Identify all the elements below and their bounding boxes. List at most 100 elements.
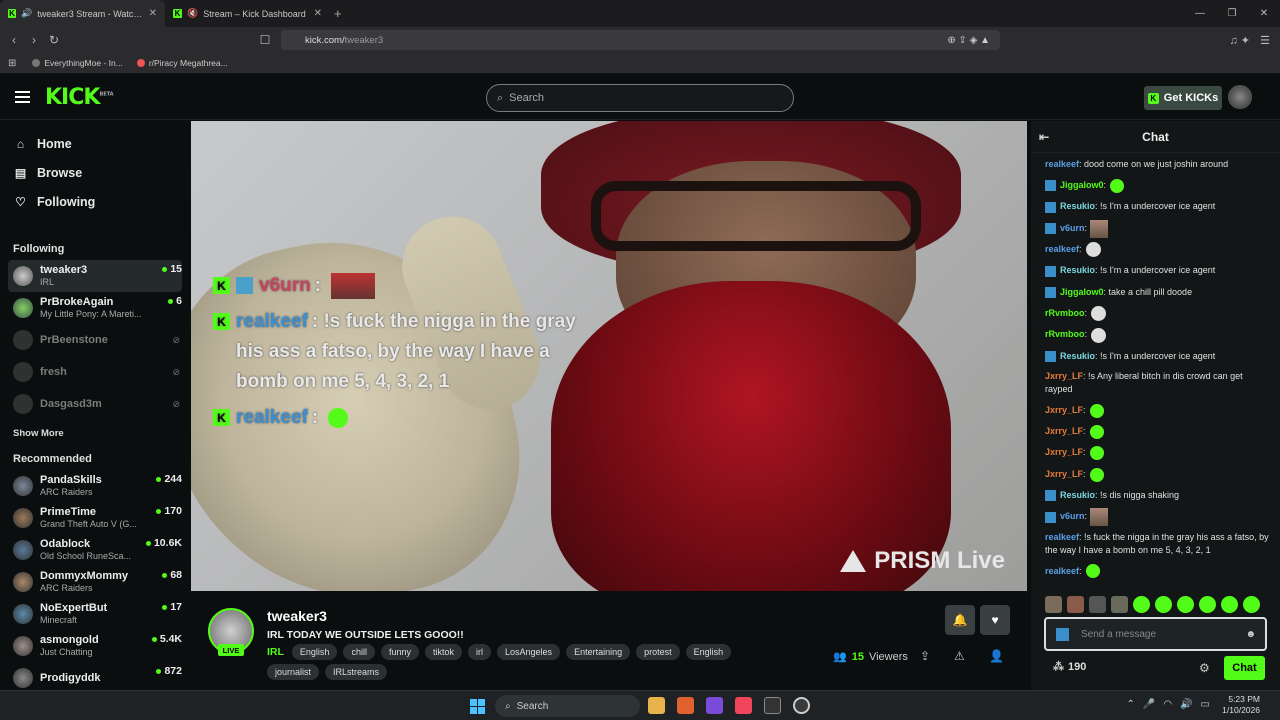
chat-username[interactable]: Jiggalow0	[1060, 286, 1104, 300]
user-avatar[interactable]	[1228, 85, 1252, 109]
extensions-icon[interactable]: ♫ ✦	[1229, 34, 1250, 47]
recommended-channel[interactable]: PrimeTime Grand Theft Auto V (G... 170	[0, 502, 182, 534]
taskbar-search[interactable]: ⌕ Search	[495, 695, 640, 717]
tab-close-icon[interactable]: ✕	[149, 8, 157, 19]
followed-channel[interactable]: PrBrokeAgain My Little Pony: A Mareti... …	[0, 292, 182, 324]
taskbar-clock[interactable]: 5:23 PM 1/10/2026	[1222, 694, 1260, 716]
emote-icon[interactable]	[1133, 595, 1150, 613]
chat-username[interactable]: Jxrry_LF	[1045, 404, 1083, 418]
chat-username[interactable]: Jxrry_LF	[1045, 371, 1083, 381]
chat-message-input[interactable]: Send a message ☻	[1044, 617, 1267, 651]
chat-username[interactable]: rRvmboo	[1045, 328, 1085, 342]
send-chat-button[interactable]: Chat	[1224, 656, 1265, 680]
chat-username[interactable]: Jiggalow0	[1060, 179, 1104, 193]
chat-username[interactable]: Jxrry_LF	[1045, 425, 1083, 439]
restore-icon[interactable]: ❐	[1216, 8, 1248, 19]
hamburger-menu-icon[interactable]	[15, 91, 30, 103]
channel-points[interactable]: ⁂ 190	[1053, 660, 1086, 673]
browser-menu-icon[interactable]: ☰	[1260, 34, 1270, 47]
reload-icon[interactable]: ↻	[44, 33, 64, 47]
follow-heart-button[interactable]: ♥	[980, 605, 1010, 635]
minimize-icon[interactable]: —	[1184, 8, 1216, 19]
emote-icon[interactable]	[1067, 595, 1084, 613]
chat-username[interactable]: rRvmboo	[1045, 307, 1085, 321]
chat-username[interactable]: realkeef	[1045, 565, 1079, 579]
chat-username[interactable]: realkeef	[1045, 243, 1079, 257]
followed-channel-offline[interactable]: Dasgasd3m ⊘	[0, 388, 182, 420]
chat-username[interactable]: realkeef	[1045, 532, 1079, 542]
url-field[interactable]: kick.com/tweaker3 ⊕ ⇪ ◈ ▲	[281, 30, 1000, 50]
video-player[interactable]: K v6urn: K realkeef: !s fuck the nigga i…	[191, 121, 1027, 591]
search-input[interactable]: ⌕ Search	[486, 84, 794, 112]
browser-tab[interactable]: K 🔇 Stream – Kick Dashboard ✕	[165, 0, 330, 27]
file-explorer-icon[interactable]	[648, 697, 665, 714]
bookmark-item[interactable]: r/Piracy Megathrea...	[136, 58, 228, 68]
recommended-channel[interactable]: PandaSkills ARC Raiders 244	[0, 470, 182, 502]
category-link[interactable]: IRL	[267, 646, 284, 658]
recommended-channel[interactable]: Odablock Old School RuneSca... 10.6K	[0, 534, 182, 566]
followed-channel-offline[interactable]: PrBeenstone ⊘	[0, 324, 182, 356]
music-app-icon[interactable]	[735, 697, 752, 714]
emote-icon[interactable]	[1089, 595, 1106, 613]
collapse-chat-icon[interactable]: ⇤	[1039, 130, 1049, 144]
recommended-channel[interactable]: asmongold Just Chatting 5.4K	[0, 630, 182, 662]
chat-username[interactable]: Jxrry_LF	[1045, 446, 1083, 460]
share-icon[interactable]: ⇪	[920, 649, 930, 663]
tag-chip[interactable]: chill	[343, 644, 375, 660]
bookmark-item[interactable]: EverythingMoe - In...	[32, 58, 123, 68]
emoji-picker-icon[interactable]: ☻	[1245, 629, 1256, 640]
recommended-channel[interactable]: DommyxMommy ARC Raiders 68	[0, 566, 182, 598]
new-tab-icon[interactable]: +	[334, 6, 342, 21]
emote-icon[interactable]	[1177, 595, 1194, 613]
tag-chip[interactable]: protest	[636, 644, 680, 660]
zoom-icon[interactable]: ⊕ ⇪ ◈ ▲	[947, 35, 990, 46]
sidebar-item-home[interactable]: ⌂ Home	[0, 129, 190, 158]
show-more-link[interactable]: Show More	[0, 420, 190, 446]
windows-start-icon[interactable]	[470, 699, 485, 714]
tag-chip[interactable]: irl	[468, 644, 492, 660]
system-tray[interactable]: ⌃ 🎤 ◠ 🔊 ▭	[1127, 699, 1210, 710]
back-icon[interactable]: ‹	[4, 33, 24, 47]
add-user-icon[interactable]: 👤	[989, 649, 1004, 663]
tag-chip[interactable]: Entertaining	[566, 644, 631, 660]
get-kicks-button[interactable]: K Get KICKs	[1144, 86, 1222, 110]
followed-channel[interactable]: tweaker3 IRL 15	[8, 260, 182, 292]
emote-icon[interactable]	[1111, 595, 1128, 613]
chat-settings-gear-icon[interactable]: ⚙	[1199, 661, 1210, 675]
forward-icon[interactable]: ›	[24, 33, 44, 47]
chat-username[interactable]: v6urn	[1060, 510, 1085, 524]
browser-tab-active[interactable]: K 🔊 tweaker3 Stream - Watch Live ✕	[0, 0, 165, 27]
brave-browser-icon[interactable]	[677, 697, 694, 714]
tag-chip[interactable]: English	[685, 644, 732, 660]
window-close-icon[interactable]: ✕	[1248, 8, 1280, 19]
apps-grid-icon[interactable]: ⊞	[8, 58, 16, 69]
recommended-channel[interactable]: Prodigyddk 872	[0, 662, 182, 690]
sidebar-item-browse[interactable]: ▤ Browse	[0, 158, 190, 187]
notification-bell-button[interactable]: 🔔	[945, 605, 975, 635]
recommended-channel[interactable]: NoExpertBut Minecraft 17	[0, 598, 182, 630]
obs-icon[interactable]	[793, 697, 810, 714]
emote-icon[interactable]	[1155, 595, 1172, 613]
tag-chip[interactable]: English	[291, 644, 338, 660]
tag-chip[interactable]: LosAngeles	[497, 644, 561, 660]
tag-chip[interactable]: funny	[380, 644, 419, 660]
chat-username[interactable]: v6urn	[1060, 222, 1085, 236]
report-icon[interactable]: ⚠	[954, 649, 965, 663]
app-icon[interactable]	[706, 697, 723, 714]
chat-username[interactable]: Jxrry_LF	[1045, 468, 1083, 482]
bookmark-icon[interactable]: ☐	[255, 33, 275, 47]
tag-chip[interactable]: journalist	[267, 664, 320, 680]
tag-chip[interactable]: IRLstreams	[325, 664, 388, 680]
chat-username[interactable]: Resukio	[1060, 200, 1095, 214]
emote-icon[interactable]	[1221, 595, 1238, 613]
chat-username[interactable]: Resukio	[1060, 489, 1095, 503]
followed-channel-offline[interactable]: fresh ⊘	[0, 356, 182, 388]
tab-close-icon[interactable]: ✕	[314, 8, 322, 19]
kick-logo[interactable]: KICKBETA	[45, 85, 114, 110]
tag-chip[interactable]: tiktok	[425, 644, 463, 660]
emote-icon[interactable]	[1045, 595, 1062, 613]
chat-username[interactable]: realkeef	[1045, 158, 1079, 172]
streamer-name[interactable]: tweaker3	[267, 608, 327, 624]
emote-icon[interactable]	[1243, 595, 1260, 613]
sidebar-item-following[interactable]: ♡ Following	[0, 187, 190, 216]
